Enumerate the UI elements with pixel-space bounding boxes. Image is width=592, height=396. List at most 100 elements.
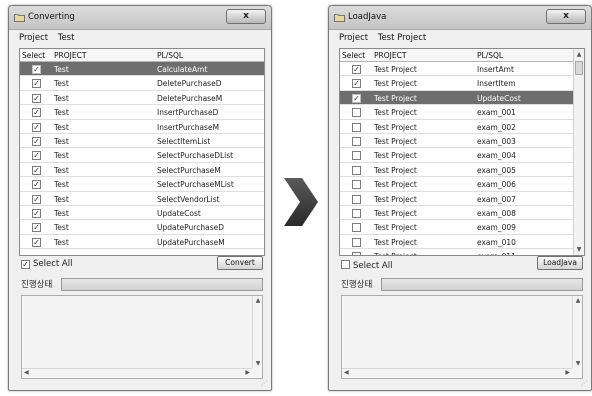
row-checkbox[interactable] [352, 122, 361, 132]
table-row[interactable]: ✓ Test DeletePurchaseM [20, 91, 264, 106]
table-row[interactable]: Test Project exam_001 [340, 105, 584, 120]
log-panel[interactable]: ▲ ▼ ◀ ▶ [341, 295, 583, 379]
row-checkbox[interactable] [352, 180, 361, 190]
row-checkbox[interactable]: ✓ [352, 93, 361, 103]
table-row[interactable]: ✓ Test Project InsertItem [340, 76, 584, 91]
row-checkbox[interactable]: ✓ [32, 93, 41, 103]
table-row[interactable]: Test Project exam_006 [340, 177, 584, 192]
row-checkbox[interactable]: ✓ [32, 194, 41, 204]
resize-grip-icon[interactable]: ⋰ [581, 380, 589, 388]
select-all[interactable]: ✓ Select All [21, 259, 72, 269]
table-row[interactable]: Test Project exam_002 [340, 120, 584, 134]
log-horizontal-scrollbar[interactable]: ◀ ▶ [342, 368, 572, 378]
table-row[interactable]: ✓ Test SelectPurchaseMList [20, 177, 264, 192]
row-checkbox[interactable] [352, 108, 361, 118]
project-cell: Test Project [374, 194, 417, 204]
table-row[interactable]: Test Project exam_011 [340, 249, 584, 255]
log-horizontal-scrollbar[interactable]: ◀ ▶ [22, 368, 252, 378]
table-row[interactable]: ✓ Test UpdatePurchaseD [20, 220, 264, 235]
column-header-select[interactable]: Select [342, 51, 365, 60]
grid-header: Select PROJECT PL/SQL [340, 49, 584, 62]
table-row[interactable]: ✓ Test CalculateAmt [20, 62, 264, 77]
select-all-checkbox[interactable]: ✓ [21, 260, 30, 269]
row-checkbox[interactable] [352, 223, 361, 233]
table-row[interactable]: ✓ Test Project UpdateCost [340, 90, 584, 106]
resize-grip-icon[interactable]: ⋰ [261, 380, 269, 388]
log-vertical-scrollbar[interactable]: ▲ ▼ [252, 296, 262, 368]
row-checkbox[interactable]: ✓ [32, 122, 41, 132]
project-cell: Test Project [374, 136, 417, 146]
scroll-down-icon[interactable]: ▼ [573, 360, 583, 367]
table-row[interactable]: ✓ Test InsertPurchaseM [20, 120, 264, 134]
table-row[interactable]: ✓ Test InsertPurchaseD [20, 105, 264, 120]
row-checkbox[interactable]: ✓ [32, 208, 41, 218]
scroll-left-icon[interactable]: ◀ [24, 369, 29, 376]
table-row[interactable]: ✓ Test UpdatePurchaseM [20, 235, 264, 250]
table-row[interactable]: Test Project exam_009 [340, 220, 584, 235]
table-row[interactable]: Test Project exam_003 [340, 134, 584, 149]
table-row[interactable]: ✓ Test UpdateCost [20, 206, 264, 221]
table-row[interactable]: ✓ Test DeletePurchaseD [20, 76, 264, 91]
row-checkbox[interactable]: ✓ [32, 151, 41, 161]
row-checkbox[interactable]: ✓ [32, 108, 41, 118]
scroll-up-icon[interactable]: ▲ [253, 297, 263, 304]
close-button[interactable]: x [546, 9, 586, 24]
row-checkbox[interactable]: ✓ [352, 65, 361, 74]
scroll-down-icon[interactable]: ▼ [253, 360, 263, 367]
row-checkbox[interactable]: ✓ [32, 237, 41, 247]
table-row[interactable]: ✓ Test SelectItemList [20, 134, 264, 149]
row-checkbox[interactable]: ✓ [352, 79, 361, 89]
column-header-select[interactable]: Select [22, 51, 45, 60]
scroll-thumb[interactable] [575, 61, 583, 75]
plsql-cell: exam_001 [477, 108, 516, 118]
plsql-grid[interactable]: Select PROJECT PL/SQL ✓ Test CalculateAmt ✓… [19, 48, 265, 256]
row-checkbox[interactable] [352, 151, 361, 161]
title-bar: LoadJava x [329, 6, 591, 30]
column-header-project[interactable]: PROJECT [374, 51, 406, 60]
row-checkbox[interactable]: ✓ [32, 223, 41, 233]
row-checkbox[interactable] [352, 252, 361, 255]
grid-vertical-scrollbar[interactable]: ▲ ▼ [573, 49, 584, 255]
table-row[interactable]: ✓ Test Project InsertAmt [340, 62, 584, 77]
convert-button[interactable]: Convert [217, 256, 263, 270]
row-checkbox[interactable]: ✓ [32, 79, 41, 89]
scroll-down-icon[interactable]: ▼ [574, 244, 584, 255]
row-checkbox[interactable] [352, 208, 361, 218]
row-checkbox[interactable] [352, 237, 361, 247]
plsql-cell: InsertAmt [477, 65, 514, 74]
column-header-project[interactable]: PROJECT [54, 51, 86, 60]
loadjava-button[interactable]: LoadJava [537, 256, 583, 270]
folder-icon [14, 14, 25, 22]
table-row[interactable]: Test Project exam_004 [340, 148, 584, 163]
plsql-cell: exam_007 [477, 194, 516, 204]
plsql-grid[interactable]: Select PROJECT PL/SQL ✓ Test Project Inser… [339, 48, 585, 256]
row-checkbox[interactable]: ✓ [32, 180, 41, 190]
column-header-plsql[interactable]: PL/SQL [157, 51, 183, 60]
row-checkbox[interactable] [352, 136, 361, 146]
log-panel[interactable]: ▲ ▼ ◀ ▶ [21, 295, 263, 379]
select-all-checkbox[interactable] [341, 260, 350, 269]
table-row[interactable]: Test Project exam_008 [340, 206, 584, 221]
table-row[interactable]: ✓ Test SelectPurchaseDList [20, 148, 264, 163]
column-header-plsql[interactable]: PL/SQL [477, 51, 503, 60]
project-label: Project [19, 33, 49, 43]
table-row[interactable]: ✓ Test SelectVendorList [20, 192, 264, 206]
table-row[interactable]: ✓ Test SelectPurchaseM [20, 163, 264, 178]
scroll-up-icon[interactable]: ▲ [573, 297, 583, 304]
progress-label: 진행상태 [21, 280, 53, 290]
row-checkbox[interactable]: ✓ [32, 65, 41, 74]
select-all[interactable]: Select All [341, 259, 392, 271]
scroll-right-icon[interactable]: ▶ [565, 369, 570, 376]
scroll-right-icon[interactable]: ▶ [245, 369, 250, 376]
row-checkbox[interactable] [352, 165, 361, 175]
row-checkbox[interactable]: ✓ [32, 136, 41, 146]
close-button[interactable]: x [226, 9, 266, 24]
row-checkbox[interactable] [352, 194, 361, 204]
log-vertical-scrollbar[interactable]: ▲ ▼ [572, 296, 582, 368]
scroll-up-icon[interactable]: ▲ [574, 49, 584, 60]
row-checkbox[interactable]: ✓ [32, 165, 41, 175]
table-row[interactable]: Test Project exam_007 [340, 192, 584, 206]
table-row[interactable]: Test Project exam_005 [340, 163, 584, 178]
table-row[interactable]: Test Project exam_010 [340, 235, 584, 250]
scroll-left-icon[interactable]: ◀ [344, 369, 349, 376]
